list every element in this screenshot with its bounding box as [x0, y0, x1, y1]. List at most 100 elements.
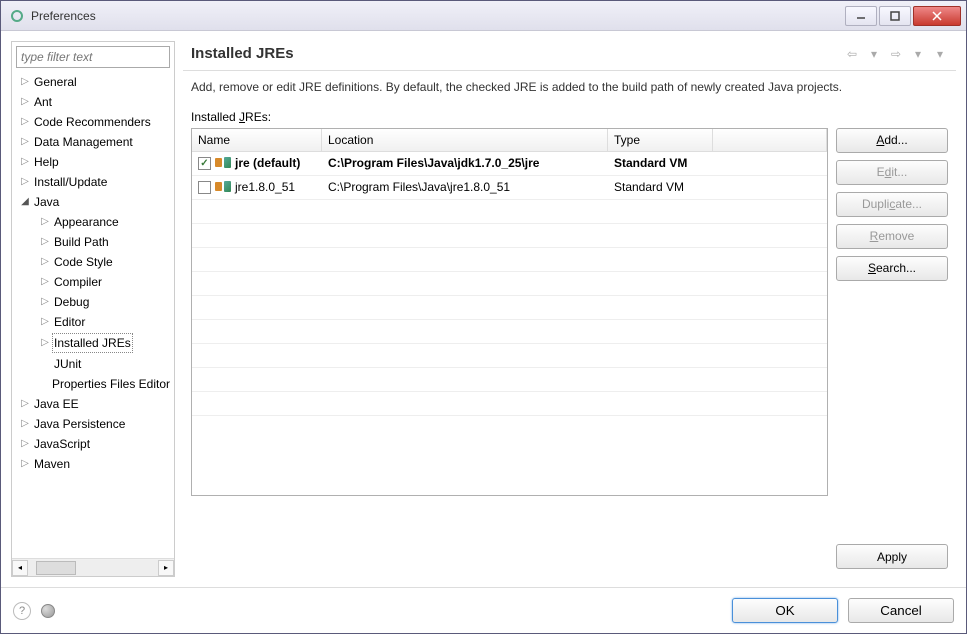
tree-item[interactable]: Properties Files Editor	[14, 374, 174, 394]
table-row-empty	[192, 320, 827, 344]
checkbox[interactable]: ✓	[198, 157, 211, 170]
tree-item[interactable]: ◢Java	[14, 192, 174, 212]
table-label: Installed JREs:	[191, 110, 948, 124]
tree-item-label: Properties Files Editor	[50, 375, 172, 393]
forward-menu-icon[interactable]: ▾	[910, 46, 926, 62]
app-icon	[9, 8, 25, 24]
back-icon[interactable]: ⇦	[844, 46, 860, 62]
chevron-right-icon[interactable]: ▷	[18, 133, 32, 151]
chevron-right-icon[interactable]: ▷	[18, 93, 32, 111]
apply-row: Apply	[191, 544, 948, 569]
tree-item[interactable]: ▷Appearance	[14, 212, 174, 232]
chevron-right-icon[interactable]: ▷	[18, 173, 32, 191]
tree-item[interactable]: JUnit	[14, 354, 174, 374]
tree-item[interactable]: ▷Debug	[14, 292, 174, 312]
titlebar: Preferences	[1, 1, 966, 31]
tree-item-label: Data Management	[32, 133, 135, 151]
main-header: Installed JREs ⇦ ▾ ⇨ ▾ ▾	[183, 41, 956, 70]
edit-button[interactable]: Edit...	[836, 160, 948, 185]
chevron-right-icon[interactable]: ▷	[18, 153, 32, 171]
tree-item[interactable]: ▷Compiler	[14, 272, 174, 292]
preferences-tree[interactable]: ▷General▷Ant▷Code Recommenders▷Data Mana…	[12, 72, 174, 558]
chevron-down-icon[interactable]: ◢	[18, 193, 32, 211]
chevron-right-icon[interactable]: ▷	[38, 313, 52, 331]
checkbox[interactable]	[198, 181, 211, 194]
table-row-empty	[192, 248, 827, 272]
tree-item[interactable]: ▷Installed JREs	[14, 332, 174, 354]
tree-item[interactable]: ▷Ant	[14, 92, 174, 112]
chevron-right-icon[interactable]: ▷	[38, 293, 52, 311]
table-body: ✓jre (default)C:\Program Files\Java\jdk1…	[192, 152, 827, 495]
table-row[interactable]: ✓jre (default)C:\Program Files\Java\jdk1…	[192, 152, 827, 176]
chevron-right-icon[interactable]: ▷	[18, 455, 32, 473]
table-row-empty	[192, 344, 827, 368]
tree-item[interactable]: ▷JavaScript	[14, 434, 174, 454]
forward-icon[interactable]: ⇨	[888, 46, 904, 62]
main-panel: Installed JREs ⇦ ▾ ⇨ ▾ ▾ Add, remove or …	[183, 41, 956, 577]
column-type[interactable]: Type	[608, 129, 713, 151]
chevron-right-icon[interactable]: ▷	[38, 273, 52, 291]
tree-item[interactable]: ▷Java EE	[14, 394, 174, 414]
duplicate-button[interactable]: Duplicate...	[836, 192, 948, 217]
window-title: Preferences	[31, 9, 844, 23]
scroll-track[interactable]	[28, 560, 158, 576]
table-row-empty	[192, 200, 827, 224]
apply-button[interactable]: Apply	[836, 544, 948, 569]
ok-button[interactable]: OK	[732, 598, 838, 623]
column-location[interactable]: Location	[322, 129, 608, 151]
separator	[183, 70, 956, 71]
tree-item-label: Java	[32, 193, 61, 211]
tree-item-label: Appearance	[52, 213, 121, 231]
tree-item[interactable]: ▷Java Persistence	[14, 414, 174, 434]
add-button[interactable]: Add...	[836, 128, 948, 153]
jre-name: jre (default)	[235, 156, 300, 170]
chevron-right-icon[interactable]: ▷	[18, 395, 32, 413]
column-name[interactable]: Name	[192, 129, 322, 151]
scroll-thumb[interactable]	[36, 561, 76, 575]
scroll-right-button[interactable]: ▸	[158, 560, 174, 576]
scroll-left-button[interactable]: ◂	[12, 560, 28, 576]
tree-item[interactable]: ▷Data Management	[14, 132, 174, 152]
tree-item[interactable]: ▷Editor	[14, 312, 174, 332]
chevron-right-icon[interactable]: ▷	[38, 233, 52, 251]
table-row[interactable]: jre1.8.0_51C:\Program Files\Java\jre1.8.…	[192, 176, 827, 200]
chevron-right-icon[interactable]: ▷	[18, 113, 32, 131]
tree-item[interactable]: ▷Code Style	[14, 252, 174, 272]
cancel-button[interactable]: Cancel	[848, 598, 954, 623]
table-row-empty	[192, 272, 827, 296]
tree-item[interactable]: ▷Help	[14, 152, 174, 172]
tree-item-label: Maven	[32, 455, 72, 473]
tree-item[interactable]: ▷Code Recommenders	[14, 112, 174, 132]
filter-input[interactable]	[16, 46, 170, 68]
maximize-button[interactable]	[879, 6, 911, 26]
main-content: Add, remove or edit JRE definitions. By …	[183, 79, 956, 577]
tree-item[interactable]: ▷Maven	[14, 454, 174, 474]
table-header: Name Location Type	[192, 129, 827, 152]
remove-button[interactable]: Remove	[836, 224, 948, 249]
tree-item-label: Build Path	[52, 233, 111, 251]
cell-type: Standard VM	[608, 177, 713, 197]
close-button[interactable]	[913, 6, 961, 26]
chevron-right-icon[interactable]: ▷	[18, 73, 32, 91]
chevron-right-icon[interactable]: ▷	[38, 334, 52, 352]
jre-table[interactable]: Name Location Type ✓jre (default)C:\Prog…	[191, 128, 828, 496]
chevron-right-icon[interactable]: ▷	[18, 435, 32, 453]
tree-item[interactable]: ▷General	[14, 72, 174, 92]
column-extra[interactable]	[713, 129, 827, 151]
tree-item-label: JUnit	[52, 355, 83, 373]
table-row-empty	[192, 296, 827, 320]
tree-item[interactable]: ▷Install/Update	[14, 172, 174, 192]
help-icon[interactable]: ?	[13, 602, 31, 620]
table-row-empty	[192, 368, 827, 392]
minimize-button[interactable]	[845, 6, 877, 26]
tree-item-label: General	[32, 73, 79, 91]
search-button[interactable]: Search...	[836, 256, 948, 281]
chevron-right-icon[interactable]: ▷	[18, 415, 32, 433]
chevron-right-icon[interactable]: ▷	[38, 253, 52, 271]
horizontal-scrollbar[interactable]: ◂ ▸	[12, 558, 174, 576]
chevron-right-icon[interactable]: ▷	[38, 213, 52, 231]
tree-item[interactable]: ▷Build Path	[14, 232, 174, 252]
workspace-icon[interactable]	[41, 604, 55, 618]
back-menu-icon[interactable]: ▾	[866, 46, 882, 62]
page-menu-icon[interactable]: ▾	[932, 46, 948, 62]
